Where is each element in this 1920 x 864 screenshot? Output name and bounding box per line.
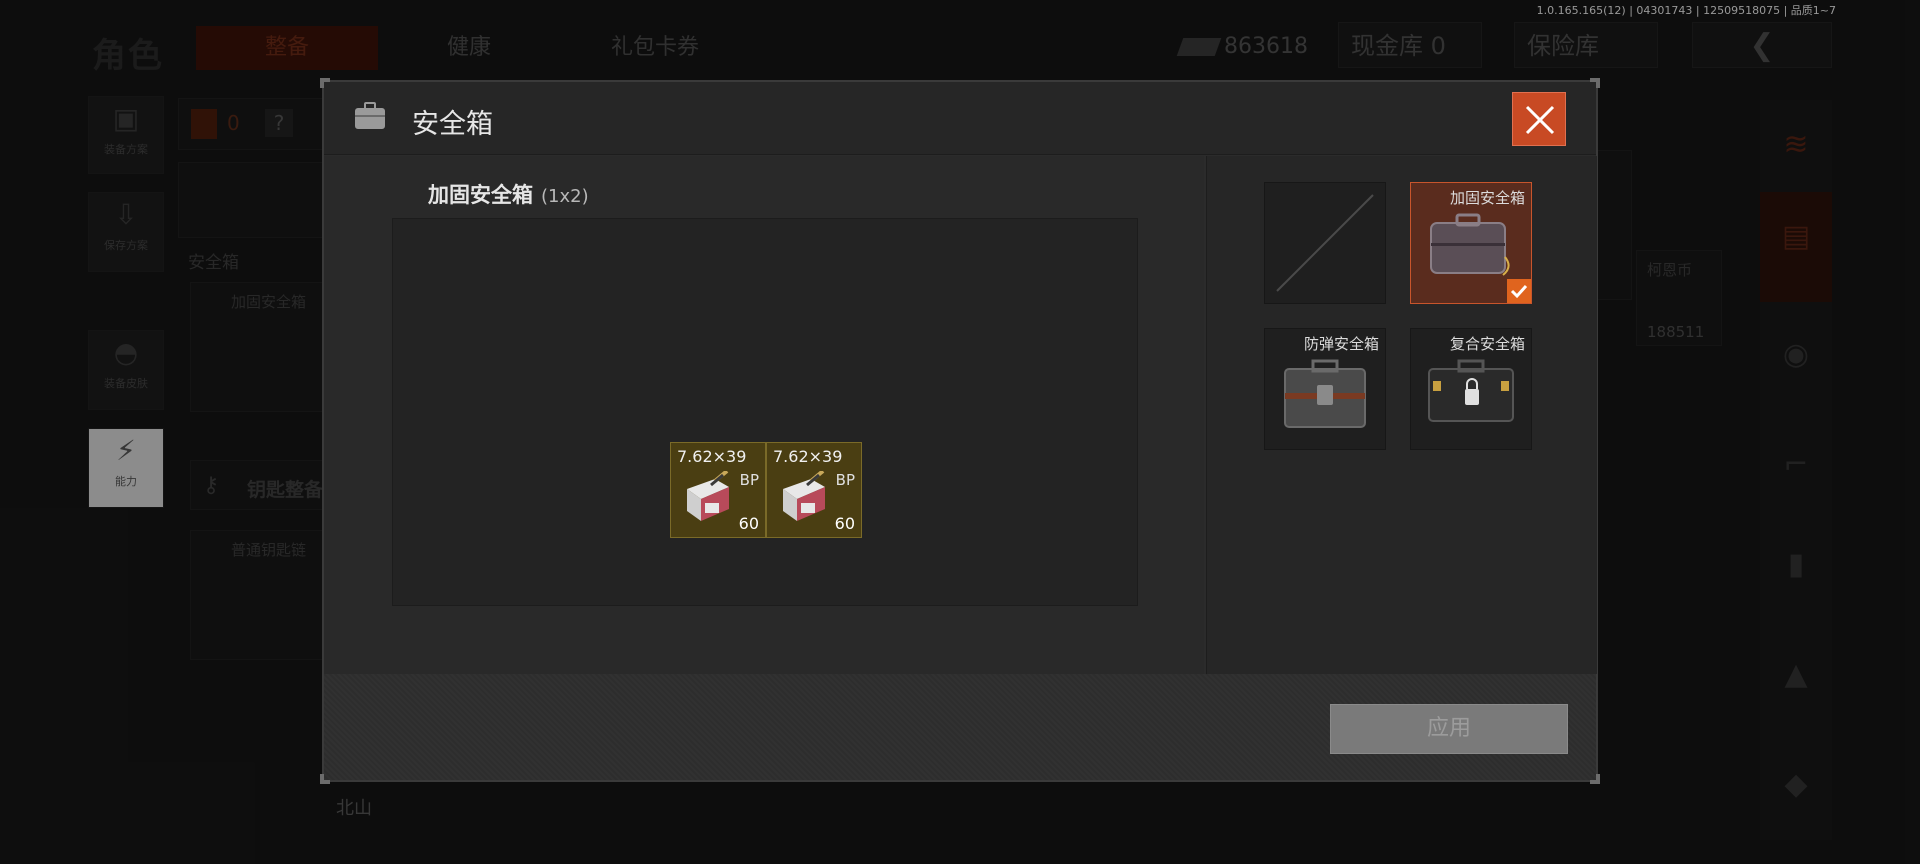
modal-title: 安全箱: [412, 109, 493, 140]
ammo-box-icon: [687, 471, 729, 521]
container-name: 加固安全箱: [428, 183, 533, 207]
modal-header: 安全箱: [324, 82, 1596, 155]
container-title: 加固安全箱 (1x2): [428, 179, 589, 209]
lock-icon: [1465, 389, 1479, 405]
composite-case-icon: [1428, 359, 1514, 422]
container-slot-bulletproof[interactable]: 防弹安全箱: [1264, 328, 1386, 450]
empty-slot-icon: [1276, 194, 1374, 292]
safe-box-modal: 安全箱 加固安全箱 (1x2) 7.62×39 BP 60 7.62×39 BP: [320, 78, 1600, 784]
ammo-item[interactable]: 7.62×39 BP 60: [766, 442, 862, 538]
container-slot-empty[interactable]: [1264, 182, 1386, 304]
item-type: BP: [835, 471, 855, 489]
item-name: 7.62×39: [677, 447, 747, 466]
reinforced-case-icon: [1430, 213, 1510, 276]
item-quantity: 60: [738, 514, 759, 533]
bulletproof-case-icon: [1284, 359, 1366, 428]
slot-label: 复合安全箱: [1449, 335, 1525, 353]
container-size: (1x2): [541, 186, 589, 207]
checkmark-icon: [1510, 284, 1528, 299]
lock-icon: [1317, 385, 1333, 405]
item-name: 7.62×39: [773, 447, 843, 466]
ammo-box-icon: [783, 471, 825, 521]
container-slot-composite[interactable]: 复合安全箱: [1410, 328, 1532, 450]
container-grid[interactable]: [392, 218, 1138, 606]
briefcase-icon: [355, 102, 385, 129]
item-type: BP: [739, 471, 759, 489]
apply-button[interactable]: 应用: [1330, 704, 1568, 754]
selected-check: [1507, 279, 1531, 303]
close-icon: [1525, 105, 1555, 135]
item-quantity: 60: [834, 514, 855, 533]
container-slot-reinforced[interactable]: 加固安全箱: [1410, 182, 1532, 304]
slot-label: 加固安全箱: [1449, 189, 1525, 207]
slot-label: 防弹安全箱: [1303, 335, 1379, 353]
close-button[interactable]: [1512, 92, 1566, 146]
ammo-item[interactable]: 7.62×39 BP 60: [670, 442, 766, 538]
